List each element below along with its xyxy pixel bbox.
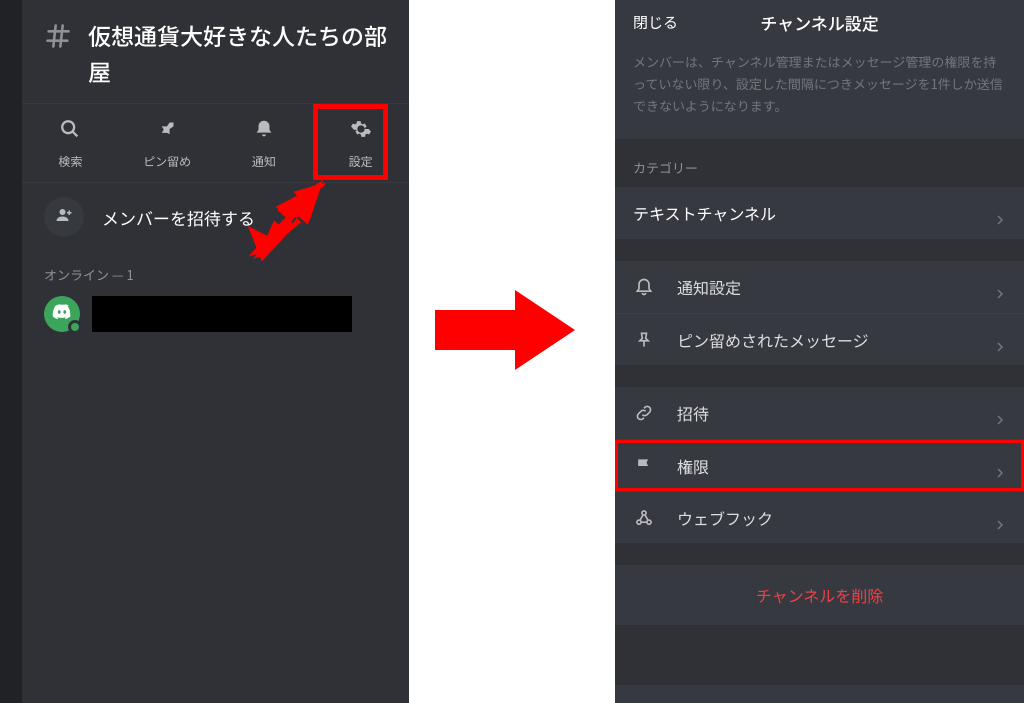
channel-settings-panel: 閉じる チャンネル設定 メンバーは、チャンネル管理またはメッセージ管理の権限を持… (615, 0, 1024, 703)
settings-header: 閉じる チャンネル設定 (615, 0, 1024, 45)
item-webhook-label: ウェブフック (677, 506, 994, 530)
webhook-icon (633, 507, 655, 529)
tab-pin-label: ピン留め (143, 153, 191, 170)
channel-title: 仮想通貨大好きな人たちの部屋 (88, 18, 387, 89)
item-pinned-label: ピン留めされたメッセージ (677, 328, 994, 352)
chevron-right-icon (994, 281, 1006, 293)
server-rail (0, 0, 22, 703)
status-online-icon (68, 320, 82, 334)
tab-notify[interactable]: 通知 (216, 104, 313, 182)
hash-icon (44, 22, 72, 50)
channel-action-tabs: 検索 ピン留め 通知 設定 (22, 103, 409, 183)
chevron-right-icon (994, 460, 1006, 472)
search-icon (59, 118, 81, 145)
spacer (615, 365, 1024, 387)
item-permissions[interactable]: 権限 (615, 439, 1024, 491)
gear-icon (350, 118, 372, 145)
member-row[interactable] (22, 290, 409, 338)
invite-avatar (44, 197, 84, 237)
bell-icon (253, 118, 275, 145)
item-notification-settings[interactable]: 通知設定 (615, 261, 1024, 313)
bottom-spacer (615, 625, 1024, 685)
invite-members-label: メンバーを招待する (102, 205, 255, 230)
member-avatar (44, 296, 80, 332)
spacer (615, 239, 1024, 261)
item-webhook[interactable]: ウェブフック (615, 491, 1024, 543)
settings-group-management: 招待 権限 ウェブフック (615, 387, 1024, 543)
chevron-right-icon (994, 207, 1006, 219)
pin-outline-icon (633, 329, 655, 351)
channel-sidebar-main: 仮想通貨大好きな人たちの部屋 検索 ピン留め 通知 (22, 0, 409, 703)
delete-channel-label: チャンネルを削除 (756, 583, 884, 607)
item-permissions-label: 権限 (677, 454, 994, 478)
channel-header: 仮想通貨大好きな人たちの部屋 (22, 0, 409, 103)
add-person-icon (55, 205, 73, 229)
chevron-right-icon (994, 334, 1006, 346)
settings-group-category: テキストチャンネル (615, 187, 1024, 239)
pin-icon (156, 118, 178, 145)
item-pinned-messages[interactable]: ピン留めされたメッセージ (615, 313, 1024, 365)
chevron-right-icon (994, 512, 1006, 524)
item-notification-label: 通知設定 (677, 275, 994, 299)
tab-settings[interactable]: 設定 (312, 104, 409, 182)
tab-notify-label: 通知 (252, 153, 276, 170)
delete-channel-button[interactable]: チャンネルを削除 (615, 565, 1024, 625)
annotation-arrow-between-panels (435, 290, 575, 370)
channel-sidebar-panel: 仮想通貨大好きな人たちの部屋 検索 ピン留め 通知 (0, 0, 409, 703)
tab-search[interactable]: 検索 (22, 104, 119, 182)
tab-settings-label: 設定 (349, 153, 373, 170)
link-icon (633, 402, 655, 424)
settings-group-notifications: 通知設定 ピン留めされたメッセージ (615, 261, 1024, 365)
item-invite-label: 招待 (677, 401, 994, 425)
tab-pin[interactable]: ピン留め (119, 104, 216, 182)
invite-members-row[interactable]: メンバーを招待する (22, 183, 409, 251)
category-label: カテゴリー (615, 140, 1024, 187)
chevron-right-icon (994, 407, 1006, 419)
member-name-redacted (92, 296, 352, 332)
tab-search-label: 検索 (58, 153, 82, 170)
item-invite[interactable]: 招待 (615, 387, 1024, 439)
item-text-channel-label: テキストチャンネル (633, 201, 994, 225)
close-button[interactable]: 閉じる (633, 12, 678, 33)
online-section-label: オンライン — 1 (22, 251, 409, 290)
bell-outline-icon (633, 276, 655, 298)
settings-title: チャンネル設定 (760, 10, 879, 35)
item-text-channel[interactable]: テキストチャンネル (615, 187, 1024, 239)
flag-icon (633, 455, 655, 477)
settings-description: メンバーは、チャンネル管理またはメッセージ管理の権限を持っていない限り、設定した… (615, 45, 1024, 140)
